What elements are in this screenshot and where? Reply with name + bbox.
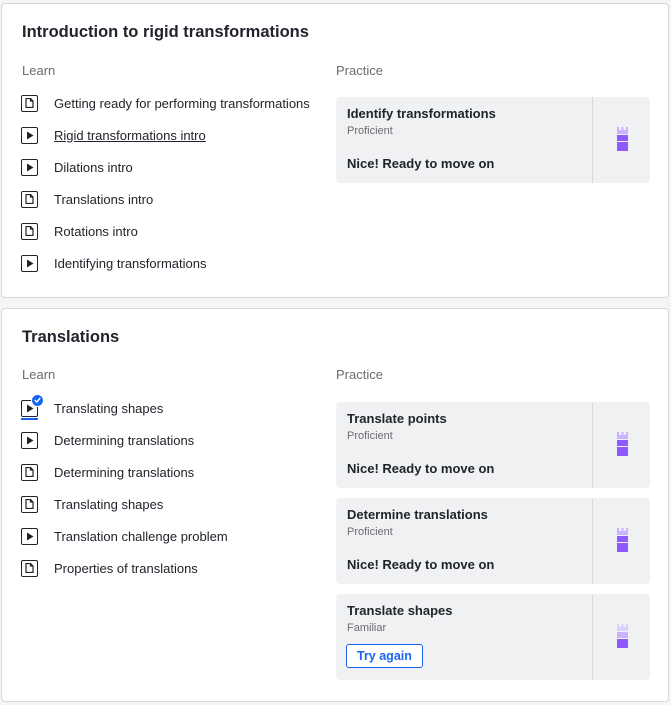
article-icon bbox=[21, 559, 38, 577]
learn-item[interactable]: Identifying transformations bbox=[21, 251, 206, 275]
divider bbox=[592, 402, 593, 488]
learn-item-label: Rigid transformations intro bbox=[54, 127, 206, 143]
practice-title: Identify transformations bbox=[347, 106, 496, 121]
practice-title: Translate points bbox=[347, 411, 447, 426]
unit-card-rigid-transformations: Introduction to rigid transformations Le… bbox=[1, 3, 669, 298]
article-icon bbox=[21, 94, 38, 112]
learn-item-label: Getting ready for performing transformat… bbox=[54, 95, 310, 111]
learn-item-label: Translating shapes bbox=[54, 496, 164, 512]
learn-column-label: Learn bbox=[22, 63, 56, 78]
article-icon bbox=[21, 190, 38, 208]
learn-item[interactable]: Determining translations bbox=[21, 428, 194, 452]
learn-item-label: Properties of translations bbox=[54, 560, 198, 576]
learn-item-label: Translating shapes bbox=[54, 400, 164, 416]
learn-item-label: Determining translations bbox=[54, 464, 195, 480]
mastery-level: Proficient bbox=[347, 526, 393, 538]
learn-item-label: Translation challenge problem bbox=[54, 528, 228, 544]
mastery-proficient-icon bbox=[617, 432, 628, 456]
mastery-level: Proficient bbox=[347, 125, 393, 137]
practice-column-label: Practice bbox=[336, 367, 383, 382]
learn-item-label: Determining translations bbox=[54, 432, 195, 448]
learn-item[interactable]: Rigid transformations intro bbox=[21, 123, 206, 147]
learn-item-completed[interactable]: Translating shapes bbox=[21, 393, 164, 420]
video-icon bbox=[21, 254, 38, 272]
learn-item[interactable]: Properties of translations bbox=[21, 556, 198, 580]
article-icon bbox=[21, 463, 38, 481]
video-icon bbox=[21, 126, 38, 144]
mastery-proficient-icon bbox=[617, 127, 628, 151]
divider bbox=[592, 498, 593, 584]
learn-item[interactable]: Translation challenge problem bbox=[21, 524, 228, 548]
learn-item-label: Rotations intro bbox=[54, 223, 138, 239]
unit-card-translations: Translations Learn Practice Translating … bbox=[1, 308, 669, 702]
video-icon bbox=[21, 393, 44, 420]
article-icon bbox=[21, 222, 38, 240]
learn-item-label: Identifying transformations bbox=[54, 255, 207, 271]
practice-status: Nice! Ready to move on bbox=[347, 557, 495, 572]
practice-card-translate-points[interactable]: Translate points Proficient Nice! Ready … bbox=[336, 402, 650, 488]
unit-title: Translations bbox=[22, 328, 120, 346]
divider bbox=[592, 594, 593, 680]
learn-item[interactable]: Translating shapes bbox=[21, 492, 163, 516]
video-icon bbox=[21, 431, 38, 449]
practice-title: Determine translations bbox=[347, 507, 488, 522]
practice-column-label: Practice bbox=[336, 63, 383, 78]
learn-item-label: Translations intro bbox=[54, 191, 154, 207]
learn-item[interactable]: Getting ready for performing transformat… bbox=[21, 91, 310, 115]
learn-item[interactable]: Dilations intro bbox=[21, 155, 133, 179]
practice-title: Translate shapes bbox=[347, 603, 453, 618]
video-icon bbox=[21, 527, 38, 545]
mastery-level: Familiar bbox=[347, 622, 387, 634]
article-icon bbox=[21, 495, 38, 513]
mastery-familiar-icon bbox=[617, 624, 628, 648]
learn-column-label: Learn bbox=[22, 367, 56, 382]
practice-card-identify-transformations[interactable]: Identify transformations Proficient Nice… bbox=[336, 97, 650, 183]
video-icon bbox=[21, 158, 38, 176]
learn-item-label: Dilations intro bbox=[54, 159, 133, 175]
try-again-button[interactable]: Try again bbox=[346, 644, 423, 668]
mastery-level: Proficient bbox=[347, 430, 393, 442]
learn-item[interactable]: Rotations intro bbox=[21, 219, 138, 243]
practice-card-determine-translations[interactable]: Determine translations Proficient Nice! … bbox=[336, 498, 650, 584]
learn-item[interactable]: Translations intro bbox=[21, 187, 153, 211]
mastery-proficient-icon bbox=[617, 528, 628, 552]
practice-card-translate-shapes[interactable]: Translate shapes Familiar Try again bbox=[336, 594, 650, 680]
divider bbox=[592, 97, 593, 183]
checkmark-icon bbox=[31, 393, 44, 407]
learn-item[interactable]: Determining translations bbox=[21, 460, 194, 484]
unit-title: Introduction to rigid transformations bbox=[22, 23, 309, 41]
practice-status: Nice! Ready to move on bbox=[347, 461, 495, 476]
practice-status: Nice! Ready to move on bbox=[347, 156, 495, 171]
